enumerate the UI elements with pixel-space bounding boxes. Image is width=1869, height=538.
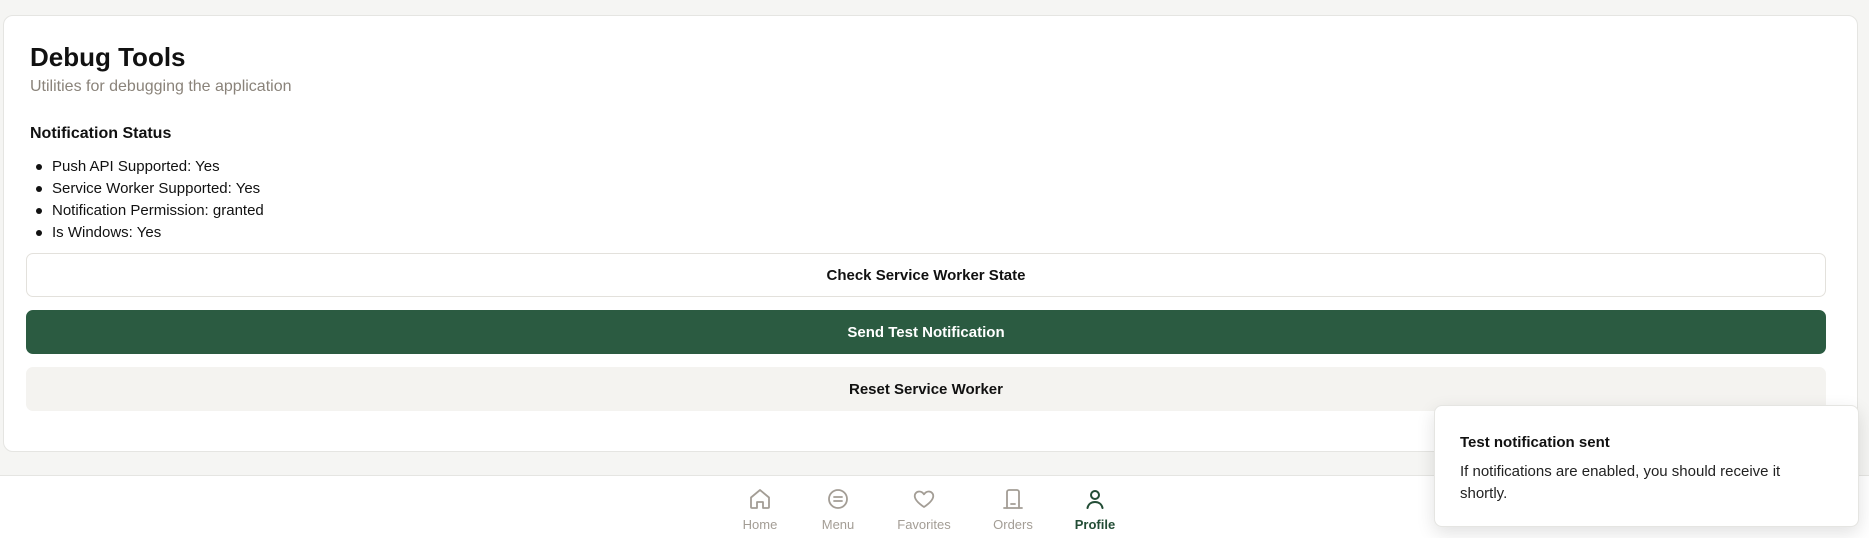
list-item: Push API Supported: Yes [30, 156, 264, 178]
nav-item-orders[interactable]: Orders [978, 486, 1048, 532]
nav-label: Favorites [897, 517, 951, 532]
nav-label: Profile [1074, 517, 1116, 532]
nav-item-home[interactable]: Home [725, 486, 795, 532]
nav-label: Menu [821, 517, 855, 532]
toast-title: Test notification sent [1460, 434, 1610, 451]
toast-description: If notifications are enabled, you should… [1460, 463, 1781, 502]
page-subtitle: Utilities for debugging the application [30, 78, 292, 95]
page-title: Debug Tools [30, 42, 186, 72]
receipt-icon [1000, 486, 1026, 512]
list-item: Notification Permission: granted [30, 200, 264, 222]
status-text: Is Windows: Yes [52, 224, 162, 241]
bullet [36, 208, 42, 214]
bullet [36, 164, 42, 170]
check-service-worker-button[interactable]: Check Service Worker State [26, 253, 1826, 297]
toast-notification[interactable]: Test notification sent If notifications … [1434, 405, 1859, 527]
bullet [36, 186, 42, 192]
list-item: Is Windows: Yes [30, 222, 264, 244]
page: Debug Tools Utilities for debugging the … [0, 0, 1869, 538]
menu-icon [825, 486, 851, 512]
status-text: Service Worker Supported: Yes [52, 180, 261, 197]
nav-label: Home [742, 517, 778, 532]
bullet [36, 230, 42, 236]
notification-status-list: Push API Supported: Yes Service Worker S… [30, 156, 264, 244]
status-text: Push API Supported: Yes [52, 158, 220, 175]
nav-item-profile[interactable]: Profile [1060, 486, 1130, 532]
status-text: Notification Permission: granted [52, 202, 264, 219]
heart-icon [911, 486, 937, 512]
section-title: Notification Status [30, 125, 172, 142]
nav-label: Orders [993, 517, 1033, 532]
user-icon [1082, 486, 1108, 512]
nav-item-favorites[interactable]: Favorites [889, 486, 959, 532]
nav-item-menu[interactable]: Menu [803, 486, 873, 532]
list-item: Service Worker Supported: Yes [30, 178, 264, 200]
home-icon [747, 486, 773, 512]
send-test-notification-button[interactable]: Send Test Notification [26, 310, 1826, 354]
